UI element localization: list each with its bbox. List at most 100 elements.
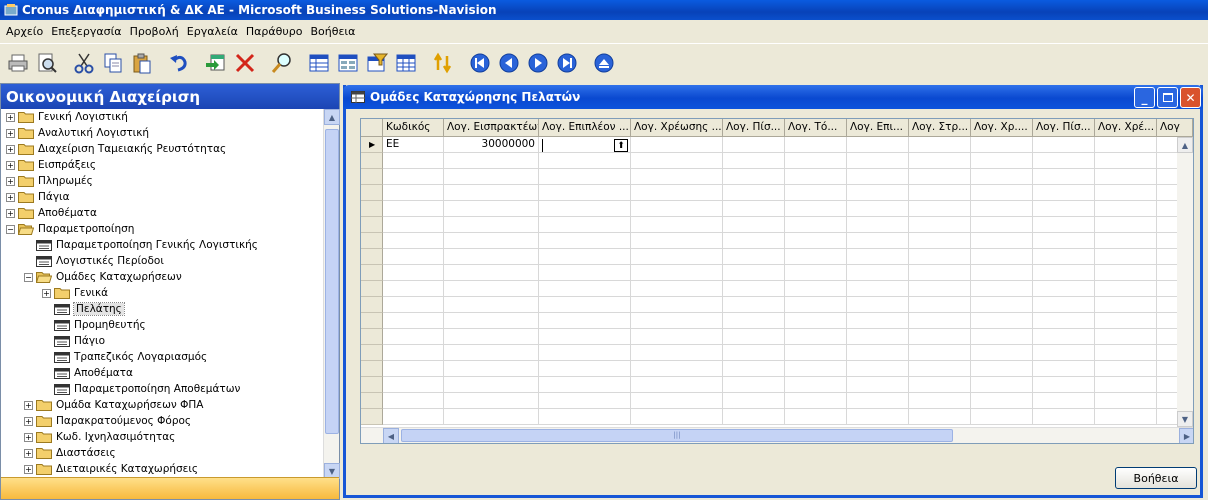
table-cell[interactable] — [909, 185, 971, 201]
table-cell[interactable] — [971, 409, 1033, 425]
table-cell[interactable] — [1095, 409, 1157, 425]
table-row[interactable] — [361, 169, 1193, 185]
table-cell[interactable] — [539, 281, 631, 297]
table-cell[interactable] — [539, 313, 631, 329]
table-cell[interactable] — [971, 153, 1033, 169]
tree-item[interactable]: + Παρακρατούμενος Φόρος — [1, 413, 323, 429]
table-cell[interactable] — [1033, 249, 1095, 265]
table-cell[interactable] — [785, 265, 847, 281]
tree-item[interactable]: + Διαχείριση Ταμειακής Ρευστότητας — [1, 141, 323, 157]
table-cell[interactable] — [847, 137, 909, 153]
close-button[interactable]: ✕ — [1180, 87, 1201, 108]
table-cell[interactable] — [1095, 297, 1157, 313]
table-cell[interactable] — [785, 409, 847, 425]
table-cell[interactable] — [847, 297, 909, 313]
table-cell[interactable]: ΕΕ — [383, 137, 444, 153]
table-cell[interactable] — [631, 201, 723, 217]
scroll-up-icon[interactable]: ▲ — [324, 109, 340, 125]
table-cell[interactable] — [785, 361, 847, 377]
table-cell[interactable] — [383, 345, 444, 361]
tree-item[interactable]: + Γενική Λογιστική — [1, 109, 323, 125]
table-row[interactable] — [361, 281, 1193, 297]
table-cell[interactable] — [631, 137, 723, 153]
column-header[interactable]: Λογ. Τό... — [785, 119, 847, 137]
expand-icon[interactable]: + — [6, 160, 15, 170]
navigation-scrollbar[interactable]: ▲ ▼ — [323, 109, 340, 479]
table-cell[interactable] — [383, 185, 444, 201]
table-cell[interactable] — [1095, 393, 1157, 409]
column-header[interactable]: Λογ. Χρέωσης ... — [631, 119, 723, 137]
table-cell[interactable] — [971, 185, 1033, 201]
table-cell[interactable] — [539, 169, 631, 185]
row-selector[interactable] — [361, 185, 383, 201]
list-icon[interactable] — [305, 48, 333, 78]
table-cell[interactable] — [539, 329, 631, 345]
table-cell[interactable] — [631, 393, 723, 409]
table-cell[interactable] — [723, 329, 785, 345]
column-header[interactable]: Λογ. Χρέ... — [1095, 119, 1157, 137]
row-selector[interactable] — [361, 217, 383, 233]
table-cell[interactable] — [1033, 233, 1095, 249]
table-cell[interactable] — [1033, 265, 1095, 281]
table-cell[interactable] — [971, 361, 1033, 377]
column-header[interactable]: Λογ. Επιπλέον ... — [539, 119, 631, 137]
tree-item[interactable]: + Αποθέματα — [1, 205, 323, 221]
table-cell[interactable] — [539, 361, 631, 377]
table-cell[interactable] — [1095, 169, 1157, 185]
table-cell[interactable] — [785, 201, 847, 217]
table-cell[interactable] — [444, 281, 539, 297]
table-cell[interactable] — [444, 361, 539, 377]
table-cell[interactable] — [539, 377, 631, 393]
table-cell[interactable] — [631, 169, 723, 185]
table-cell[interactable] — [631, 361, 723, 377]
table-cell[interactable] — [971, 265, 1033, 281]
table-cell[interactable] — [631, 409, 723, 425]
row-selector[interactable] — [361, 361, 383, 377]
table-cell[interactable] — [785, 377, 847, 393]
table-cell[interactable] — [631, 329, 723, 345]
table-cell[interactable] — [383, 313, 444, 329]
table-row[interactable] — [361, 345, 1193, 361]
sort-icon[interactable] — [429, 48, 457, 78]
menu-file[interactable]: Αρχείο — [2, 25, 47, 38]
table-row[interactable] — [361, 201, 1193, 217]
table-icon[interactable] — [392, 48, 420, 78]
table-cell[interactable] — [971, 281, 1033, 297]
table-cell[interactable] — [909, 361, 971, 377]
table-cell[interactable] — [1095, 153, 1157, 169]
table-cell[interactable] — [1033, 393, 1095, 409]
table-cell[interactable] — [539, 345, 631, 361]
table-row[interactable] — [361, 409, 1193, 425]
table-row[interactable] — [361, 361, 1193, 377]
table-cell[interactable] — [539, 217, 631, 233]
row-selector[interactable] — [361, 153, 383, 169]
table-cell[interactable] — [909, 137, 971, 153]
tree-item[interactable]: Πάγιο — [1, 333, 323, 349]
table-cell[interactable] — [971, 329, 1033, 345]
grid-scroll-down-icon[interactable]: ▼ — [1177, 411, 1193, 427]
table-cell[interactable] — [909, 409, 971, 425]
table-cell[interactable] — [1095, 201, 1157, 217]
table-cell[interactable] — [444, 297, 539, 313]
table-cell[interactable] — [383, 201, 444, 217]
table-cell[interactable] — [444, 377, 539, 393]
tree-item[interactable]: + Ομάδα Καταχωρήσεων ΦΠΑ — [1, 397, 323, 413]
tree-item[interactable]: + Πληρωμές — [1, 173, 323, 189]
table-cell[interactable] — [971, 137, 1033, 153]
print-preview-icon[interactable] — [33, 48, 61, 78]
table-cell[interactable] — [631, 313, 723, 329]
row-selector[interactable] — [361, 377, 383, 393]
table-cell[interactable] — [909, 297, 971, 313]
tree-item[interactable]: + Αναλυτική Λογιστική — [1, 125, 323, 141]
table-cell[interactable] — [723, 297, 785, 313]
expand-icon[interactable]: + — [42, 288, 51, 298]
table-cell[interactable] — [1033, 201, 1095, 217]
paste-icon[interactable] — [128, 48, 156, 78]
table-cell[interactable] — [847, 249, 909, 265]
row-selector[interactable] — [361, 265, 383, 281]
tree-item[interactable]: Πελάτης — [1, 301, 323, 317]
table-cell[interactable] — [785, 137, 847, 153]
table-cell[interactable] — [971, 233, 1033, 249]
row-selector[interactable] — [361, 169, 383, 185]
table-row[interactable] — [361, 393, 1193, 409]
